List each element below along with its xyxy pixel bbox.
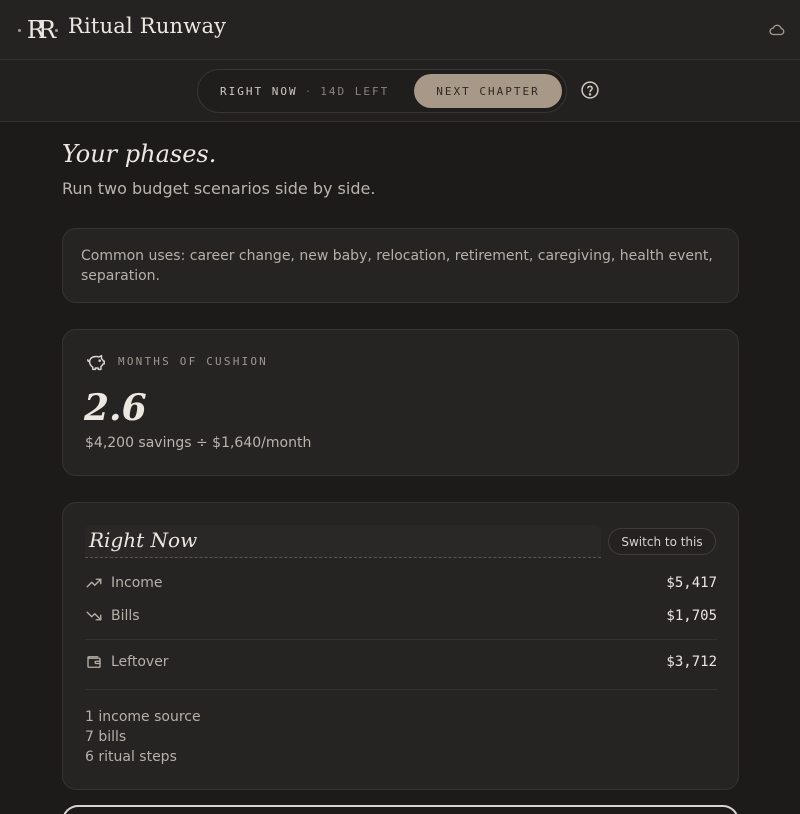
- logo-dot-right: [55, 29, 58, 32]
- phase-separator: ·: [304, 84, 314, 98]
- trend-up-icon: [86, 578, 102, 588]
- logo-dot-left: [18, 29, 21, 32]
- income-value: $5,417: [666, 575, 717, 591]
- phase-switcher: RIGHT NOW · 14D LEFT NEXT CHAPTER: [197, 69, 567, 113]
- cloud-icon[interactable]: [768, 21, 786, 39]
- bills-row: Bills $1,705: [85, 605, 717, 627]
- days-left: 14D LEFT: [320, 84, 390, 98]
- page-title: Your phases.: [62, 140, 217, 168]
- page-subtitle: Run two budget scenarios side by side.: [62, 179, 376, 198]
- phase-switcher-bar: RIGHT NOW · 14D LEFT NEXT CHAPTER: [0, 60, 800, 122]
- app-header: RR Ritual Runway: [0, 0, 800, 60]
- income-sources-count: 1 income source: [85, 709, 201, 725]
- leftover-value: $3,712: [666, 654, 717, 670]
- common-uses-text: Common uses: career change, new baby, re…: [81, 248, 713, 284]
- divider: [85, 689, 717, 690]
- cushion-card: MONTHS OF CUSHION 2.6 $4,200 savings ÷ $…: [62, 329, 739, 476]
- common-uses-card: Common uses: career change, new baby, re…: [62, 228, 739, 303]
- bills-value: $1,705: [666, 608, 717, 624]
- bills-count: 7 bills: [85, 729, 127, 745]
- income-row: Income $5,417: [85, 572, 717, 594]
- help-circle-icon[interactable]: [580, 80, 600, 100]
- leftover-row: Leftover $3,712: [85, 651, 717, 673]
- divider: [85, 639, 717, 640]
- brand-name: Ritual Runway: [68, 14, 227, 38]
- logo[interactable]: RR: [18, 14, 58, 46]
- phase-option-right-now[interactable]: RIGHT NOW · 14D LEFT: [220, 70, 389, 112]
- trend-down-icon: [86, 611, 102, 621]
- scenario-card: Right Now Switch to this Income $5,417 B…: [62, 502, 739, 790]
- cushion-label: MONTHS OF CUSHION: [118, 355, 268, 368]
- bills-label: Bills: [111, 608, 140, 624]
- next-scenario-card[interactable]: [62, 805, 739, 814]
- income-label: Income: [111, 575, 163, 591]
- current-phase-label: RIGHT NOW: [220, 84, 298, 98]
- leftover-label: Leftover: [111, 654, 169, 670]
- cushion-detail: $4,200 savings ÷ $1,640/month: [85, 435, 312, 451]
- phase-option-next-chapter[interactable]: NEXT CHAPTER: [414, 74, 562, 108]
- scenario-name-input[interactable]: Right Now: [85, 525, 601, 558]
- ritual-steps-count: 6 ritual steps: [85, 749, 177, 765]
- wallet-icon: [87, 656, 101, 668]
- switch-scenario-button[interactable]: Switch to this: [608, 528, 716, 555]
- piggy-bank-icon: [87, 354, 105, 371]
- cushion-value: 2.6: [84, 387, 147, 429]
- logo-glyph: RR: [26, 16, 56, 44]
